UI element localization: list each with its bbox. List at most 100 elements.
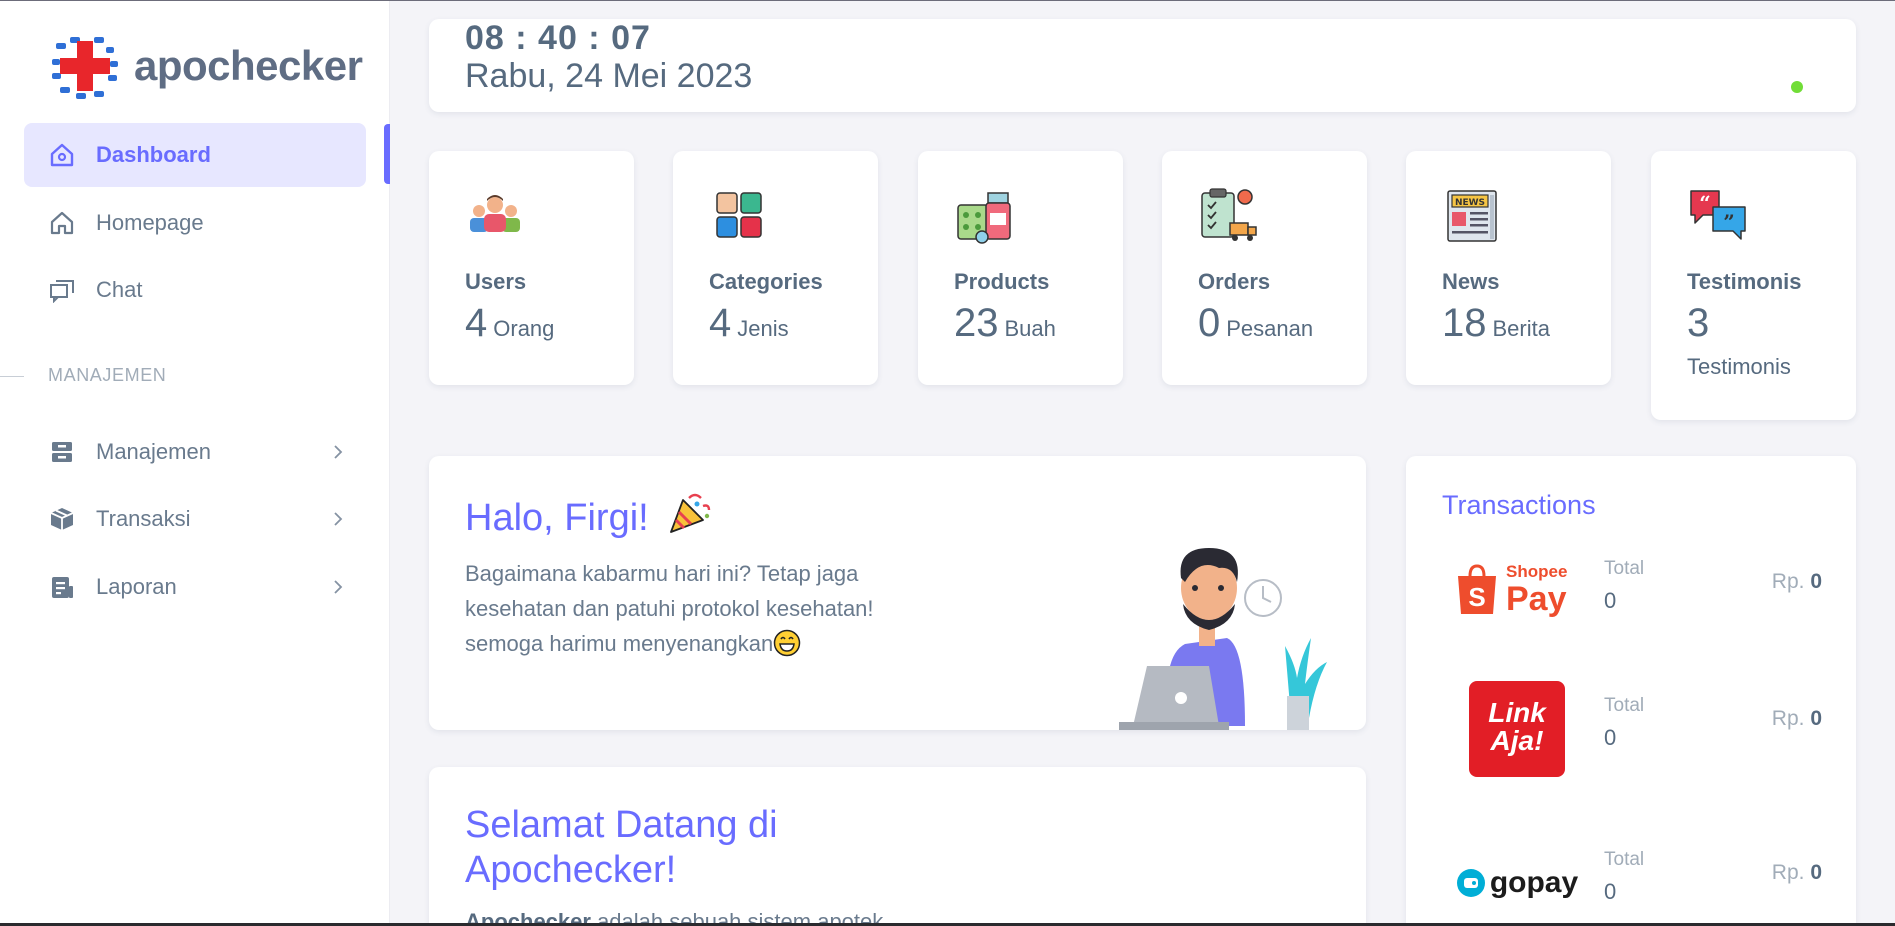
- transaction-row-linkaja[interactable]: Link Aja! Total 0 Rp. 0: [1442, 679, 1822, 779]
- shopeepay-logo-bottom: Pay: [1506, 580, 1567, 618]
- welcome-message: Bagaimana kabarmu hari ini? Tetap jaga k…: [465, 556, 935, 661]
- categories-icon: [716, 192, 762, 238]
- home-icon: [48, 141, 76, 169]
- svg-text:”: ”: [1723, 210, 1735, 234]
- users-icon: [470, 195, 520, 232]
- stat-label: Orders: [1198, 269, 1271, 294]
- sidebar-item-transaksi[interactable]: Transaksi: [24, 487, 366, 551]
- linkaja-logo: Link Aja!: [1442, 679, 1592, 779]
- stat-label: Testimonis: [1687, 269, 1802, 294]
- stat-number: 3: [1687, 301, 1710, 345]
- sidebar-item-laporan[interactable]: Laporan: [24, 555, 366, 619]
- testimonis-icon: “ ”: [1690, 190, 1746, 240]
- sidebar-item-homepage[interactable]: Homepage: [24, 191, 366, 255]
- gopay-logo-icon: [1456, 869, 1485, 897]
- stat-unit: Jenis: [737, 316, 789, 341]
- app-logo[interactable]: apochecker: [48, 29, 363, 103]
- sidebar-item-label: Manajemen: [96, 439, 211, 464]
- svg-text:S: S: [1468, 582, 1485, 612]
- stat-value: 23 Buah: [954, 301, 1056, 346]
- welcome-title: Halo, Firgi!: [465, 490, 713, 540]
- stat-number: 23: [954, 301, 999, 345]
- transaction-meta: Total 0: [1604, 558, 1644, 614]
- transaction-row-shopeepay[interactable]: S Shopee Pay Total 0 Rp. 0: [1442, 542, 1822, 642]
- total-label: Total: [1604, 849, 1645, 870]
- stat-label: News: [1442, 269, 1500, 294]
- welcome-title-text: Halo, Firgi!: [465, 497, 649, 539]
- products-icon: [957, 192, 1011, 244]
- total-value: 0: [1604, 879, 1617, 904]
- stat-value: 4 Orang: [465, 301, 554, 346]
- news-icon: NEWS: [1447, 190, 1497, 242]
- stat-card-products[interactable]: Products 23 Buah: [918, 151, 1123, 385]
- stat-unit: Buah: [1004, 316, 1056, 341]
- svg-text:“: “: [1699, 191, 1711, 215]
- transaction-meta: Total 0: [1604, 849, 1644, 905]
- stat-unit: Berita: [1492, 316, 1550, 341]
- total-value: 0: [1604, 588, 1617, 613]
- home-outline-icon: [48, 209, 76, 237]
- sidebar-item-label: Dashboard: [96, 142, 211, 167]
- clock-time: 08 : 40 : 07: [465, 19, 651, 57]
- stat-card-news[interactable]: NEWS News 18 Berita: [1406, 151, 1611, 385]
- section-heading: MANAJEMEN: [48, 365, 167, 385]
- stat-number: 0: [1198, 301, 1221, 345]
- total-value: 0: [1604, 725, 1617, 750]
- stat-label: Products: [954, 269, 1050, 294]
- man-with-laptop-illustration: [1119, 548, 1327, 730]
- chevron-right-icon: [334, 512, 343, 526]
- online-status-dot: [1791, 81, 1803, 93]
- sidebar: apochecker Dashboard Homepage Chat MANAJ…: [0, 1, 390, 923]
- grin-emoji-icon: [773, 629, 801, 657]
- report-icon: [48, 573, 76, 601]
- stat-card-categories[interactable]: Categories 4 Jenis: [673, 151, 878, 385]
- transactions-title: Transactions: [1442, 490, 1596, 520]
- chevron-right-icon: [334, 580, 343, 594]
- currency-label: Rp.: [1771, 707, 1805, 730]
- stat-number: 4: [709, 301, 732, 345]
- amount-value: 0: [1810, 570, 1822, 593]
- sidebar-item-label: Laporan: [96, 574, 177, 599]
- transaction-amount: Rp. 0: [1772, 861, 1822, 885]
- transaction-row-gopay[interactable]: gopay Total 0 Rp. 0: [1442, 833, 1822, 926]
- shopeepay-logo-top: Shopee: [1506, 562, 1568, 581]
- stat-card-users[interactable]: Users 4 Orang: [429, 151, 634, 385]
- stat-value: 0 Pesanan: [1198, 301, 1313, 346]
- stat-label: Users: [465, 269, 527, 294]
- app-name: apochecker: [134, 42, 363, 89]
- sidebar-item-dashboard[interactable]: Dashboard: [24, 123, 366, 187]
- about-card: Selamat Datang di Apochecker! Apochecker…: [429, 767, 1366, 926]
- clock-card: 08 : 40 : 07 Rabu, 24 Mei 2023: [429, 19, 1856, 112]
- section-divider: [0, 376, 24, 377]
- sidebar-item-label: Transaksi: [96, 506, 191, 531]
- stat-unit: Orang: [493, 316, 555, 341]
- sidebar-item-chat[interactable]: Chat: [24, 258, 366, 322]
- gopay-logo: gopay: [1442, 833, 1592, 926]
- logo-icon: [50, 31, 120, 101]
- orders-icon: [1201, 188, 1257, 241]
- welcome-card: Halo, Firgi! Bagaimana kabarmu hari ini?…: [429, 456, 1366, 730]
- stat-unit: Pesanan: [1226, 316, 1314, 341]
- stat-label: Categories: [709, 269, 823, 294]
- party-popper-icon: [670, 493, 711, 533]
- stat-card-testimonis[interactable]: “ ” Testimonis 3 Testimonis: [1651, 151, 1856, 420]
- stat-value: 18 Berita: [1442, 301, 1550, 346]
- sidebar-item-manajemen[interactable]: Manajemen: [24, 420, 366, 484]
- stat-card-orders[interactable]: Orders 0 Pesanan: [1162, 151, 1367, 385]
- transaction-meta: Total 0: [1604, 695, 1644, 751]
- active-indicator: [384, 124, 390, 184]
- svg-text:NEWS: NEWS: [1455, 198, 1485, 208]
- stat-number: 4: [465, 301, 488, 345]
- gopay-logo-text: gopay: [1489, 866, 1579, 899]
- stat-value: 4 Jenis: [709, 301, 789, 346]
- clock-date: Rabu, 24 Mei 2023: [465, 57, 753, 95]
- linkaja-logo-badge: Link Aja!: [1469, 681, 1565, 777]
- chat-icon: [48, 276, 76, 304]
- chevron-right-icon: [334, 445, 343, 459]
- shopeepay-logo: S Shopee Pay: [1442, 542, 1592, 642]
- stat-value: 3: [1687, 301, 1709, 346]
- sidebar-item-label: Homepage: [96, 210, 204, 235]
- currency-label: Rp.: [1771, 570, 1805, 593]
- linkaja-logo-bottom: Aja!: [1490, 725, 1544, 756]
- amount-value: 0: [1810, 707, 1822, 730]
